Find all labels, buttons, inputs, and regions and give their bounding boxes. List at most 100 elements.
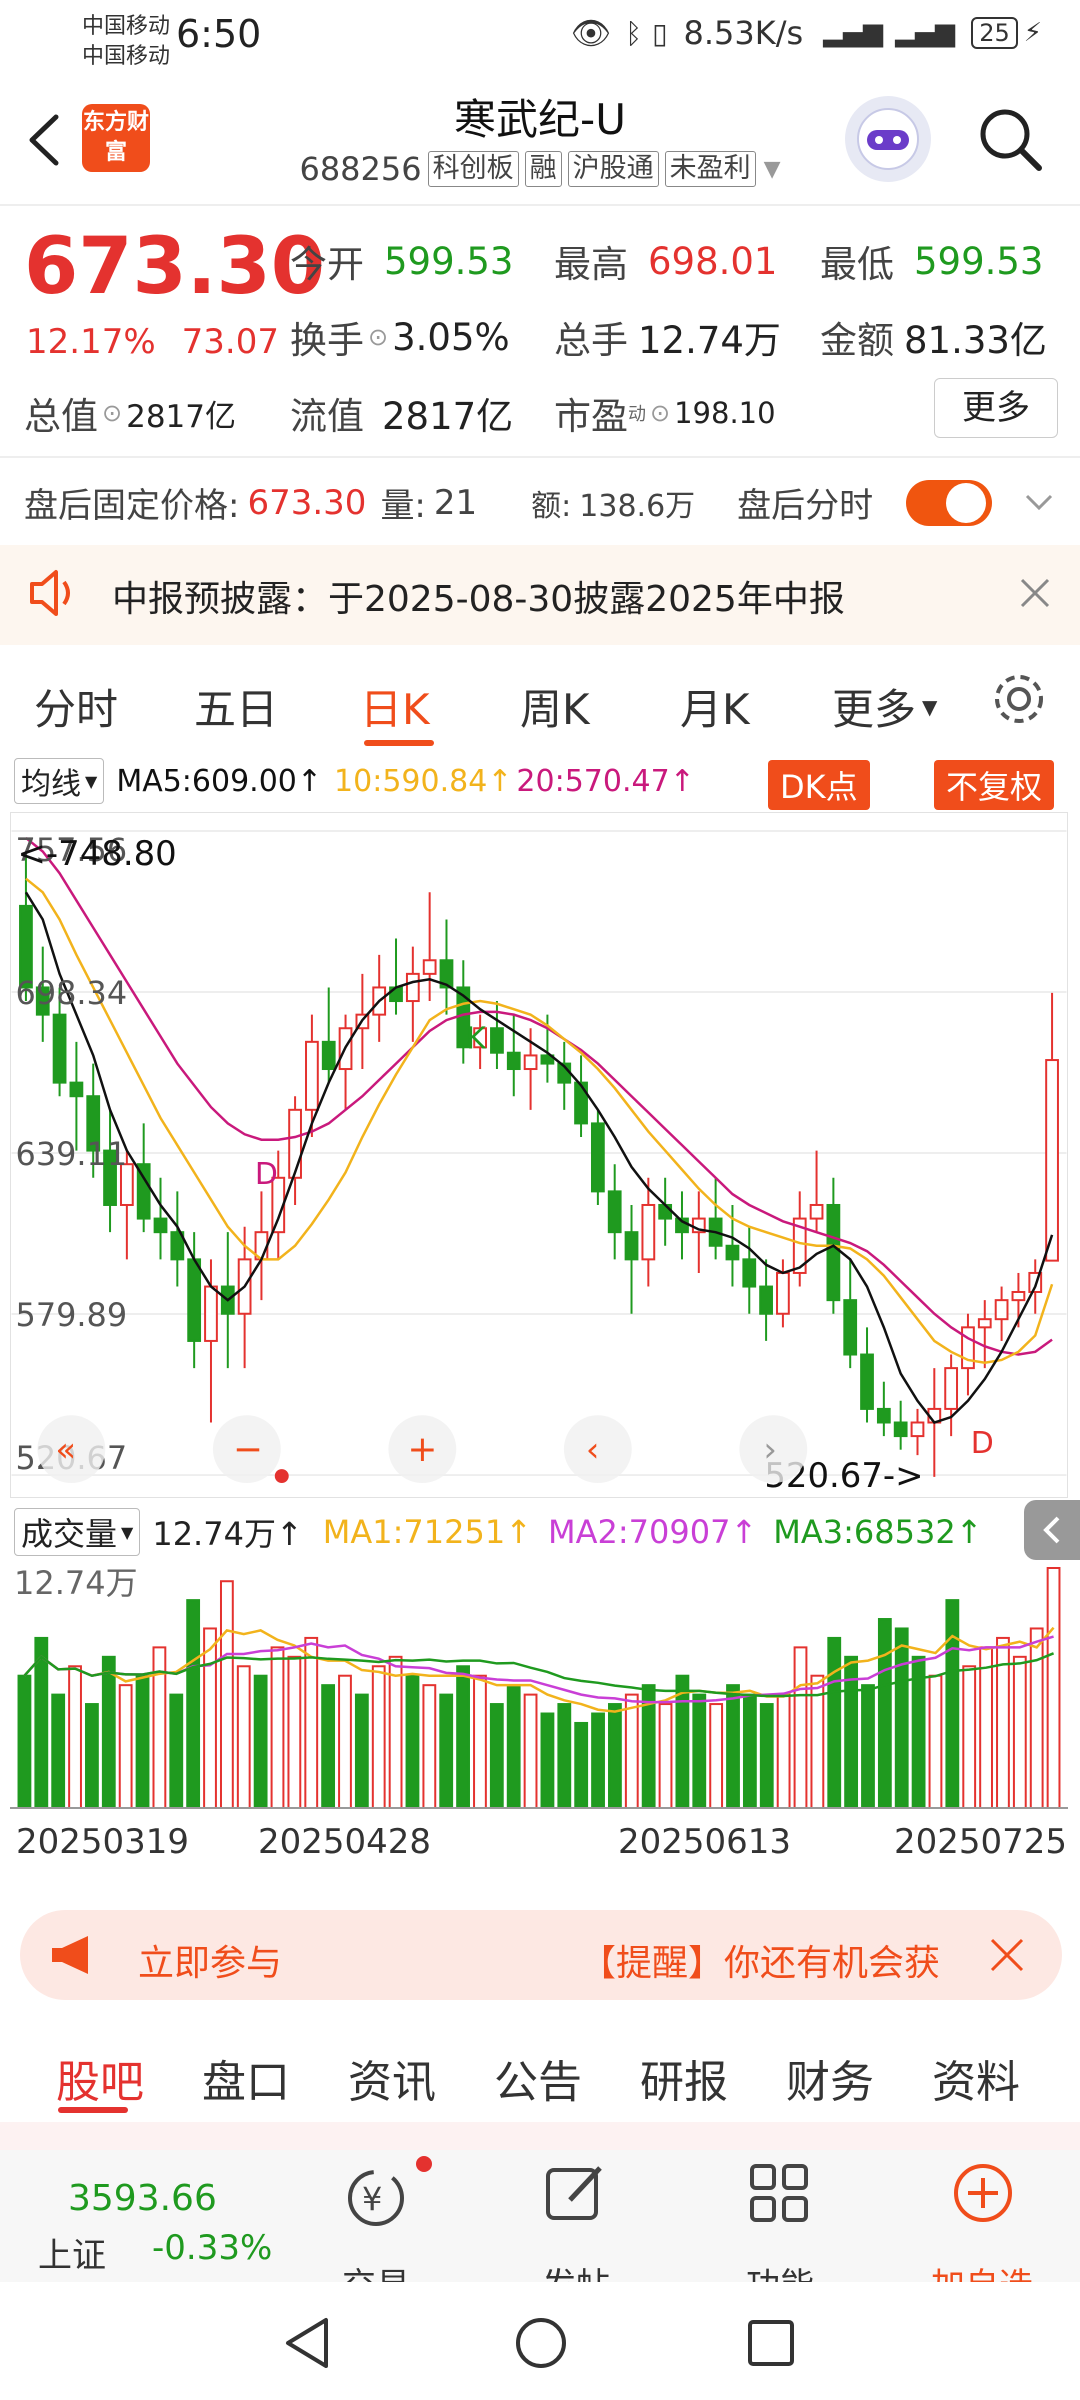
tag: 科创板 [427, 151, 519, 187]
volume-bar [557, 1703, 572, 1809]
high-value: 698.01 [648, 239, 778, 283]
close-banner-button[interactable] [988, 1936, 1026, 1978]
index-change: -0.33% [152, 2228, 273, 2268]
tag: 未盈利 [664, 151, 756, 187]
y-tick-label: 579.89 [16, 1296, 128, 1334]
mktcap-stat[interactable]: 总值 ⊙ 2817亿 [24, 386, 236, 440]
dropdown-icon: ▼ [85, 771, 98, 791]
candle [658, 1203, 673, 1220]
dk-point-button[interactable]: DK点 [768, 760, 870, 810]
grid-icon [746, 2160, 812, 2230]
tab-news[interactable]: 资讯 [348, 2046, 436, 2110]
volume-bar [186, 1599, 201, 1809]
trade-icon: ¥ [338, 2162, 414, 2236]
pe-stat[interactable]: 市盈 动 ⊙ 198.10 [554, 386, 776, 440]
volume-bar [135, 1674, 150, 1809]
speaker-icon [26, 568, 80, 622]
candle [961, 1326, 975, 1370]
close-notice-button[interactable] [1018, 576, 1052, 614]
signal-icon: ▂▄▆ [823, 18, 884, 48]
scroll-left-button[interactable]: ‹ [563, 1415, 632, 1484]
chevron-down-icon [1025, 494, 1053, 511]
minus-icon: − [233, 1429, 263, 1470]
content-peek [0, 2122, 1080, 2150]
bluetooth-icon: ᛒ [625, 16, 643, 50]
tab-finance[interactable]: 财务 [786, 2046, 874, 2110]
index-value[interactable]: 3593.66 [68, 2178, 217, 2219]
volume-bar [523, 1693, 538, 1809]
battery-icon: 25 [971, 17, 1018, 49]
tab-announcements[interactable]: 公告 [494, 2046, 582, 2110]
volume-bar [1046, 1567, 1061, 1809]
volume-chart[interactable]: 12.74万 [10, 1558, 1068, 1810]
volume-stat: 总手 12.74万 [554, 310, 781, 364]
volume-bar [51, 1693, 66, 1809]
volume-bar [236, 1665, 251, 1809]
tab-intraday[interactable]: 分时 [34, 676, 118, 737]
tab-profile[interactable]: 资料 [932, 2046, 1020, 2110]
tab-order-book[interactable]: 盘口 [202, 2046, 290, 2110]
tab-five-day[interactable]: 五日 [194, 676, 278, 737]
pe-value: 198.10 [674, 396, 776, 430]
collapse-panel-button[interactable] [1024, 1500, 1080, 1560]
tab-monthly-k[interactable]: 月K [680, 676, 750, 737]
volume-bar [709, 1703, 724, 1809]
adjust-button[interactable]: 不复权 [934, 760, 1055, 810]
ma5-label: MA5:609.00↑ [116, 763, 323, 799]
candle [742, 1258, 757, 1288]
volume-bar [877, 1618, 892, 1809]
active-tab-indicator [364, 740, 434, 746]
candlestick-chart[interactable]: 757.56698.34639.11579.89520.67 <-748.80 … [10, 812, 1068, 1498]
settings-button[interactable] [990, 670, 1048, 732]
ma20-label: 20:570.47↑ [516, 763, 695, 799]
scroll-right-button[interactable]: › [739, 1415, 808, 1484]
volume-bar [962, 1665, 977, 1809]
date-label: 20250428 [258, 1822, 432, 1862]
candle [641, 1203, 656, 1261]
system-back-button[interactable] [282, 2316, 332, 2374]
candle [809, 1203, 824, 1220]
volume-value: 12.74万 [638, 319, 781, 362]
join-now-link[interactable]: 立即参与 [138, 1934, 282, 1986]
volume-bar [759, 1703, 774, 1809]
circle-home-icon [516, 2318, 566, 2368]
zoom-out-button[interactable]: − [212, 1415, 289, 1484]
current-price: 673.30 [24, 222, 325, 312]
candle [187, 1258, 202, 1342]
candle [305, 1040, 319, 1111]
net-speed: 8.53K/s [683, 14, 804, 52]
ma-select[interactable]: 均线 ▼ [14, 758, 105, 804]
d-marker: D [971, 1426, 994, 1461]
info-icon: ⊙ [368, 323, 389, 351]
tab-more[interactable]: 更多 ▼ [832, 676, 937, 737]
turnover-stat[interactable]: 换手 ⊙ 3.05% [290, 310, 510, 364]
chevron-left-icon [1043, 1516, 1060, 1544]
after-hours-amount: 138.6万 [579, 488, 696, 524]
system-home-button[interactable] [514, 2316, 568, 2374]
volume-bar [338, 1674, 352, 1809]
dropdown-icon: ▼ [763, 156, 781, 182]
tab-research[interactable]: 研报 [640, 2046, 728, 2110]
robot-icon [857, 108, 919, 170]
volume-bar [591, 1712, 605, 1809]
candle [523, 1054, 538, 1071]
volume-max-label: 12.74万 [14, 1564, 138, 1602]
volume-select[interactable]: 成交量 ▼ [14, 1508, 141, 1556]
candle [52, 1013, 67, 1084]
tab-weekly-k[interactable]: 周K [520, 676, 590, 737]
zoom-in-button[interactable]: + [388, 1415, 457, 1484]
change-amount: 73.07 [181, 322, 279, 362]
search-button[interactable] [975, 104, 1045, 174]
square-recents-icon [748, 2320, 794, 2366]
tab-guba[interactable]: 股吧 [56, 2046, 144, 2110]
volume-bar [489, 1703, 504, 1809]
candles [19, 856, 1059, 1477]
candle [944, 1367, 959, 1410]
assistant-avatar[interactable] [845, 96, 931, 182]
more-button[interactable]: 更多 [934, 378, 1058, 438]
volume-bar [287, 1655, 302, 1810]
tab-daily-k[interactable]: 日K [360, 676, 430, 737]
system-recents-button[interactable] [746, 2318, 796, 2372]
expand-button[interactable] [1022, 484, 1056, 522]
scroll-left-fast-button[interactable]: « [37, 1415, 106, 1484]
